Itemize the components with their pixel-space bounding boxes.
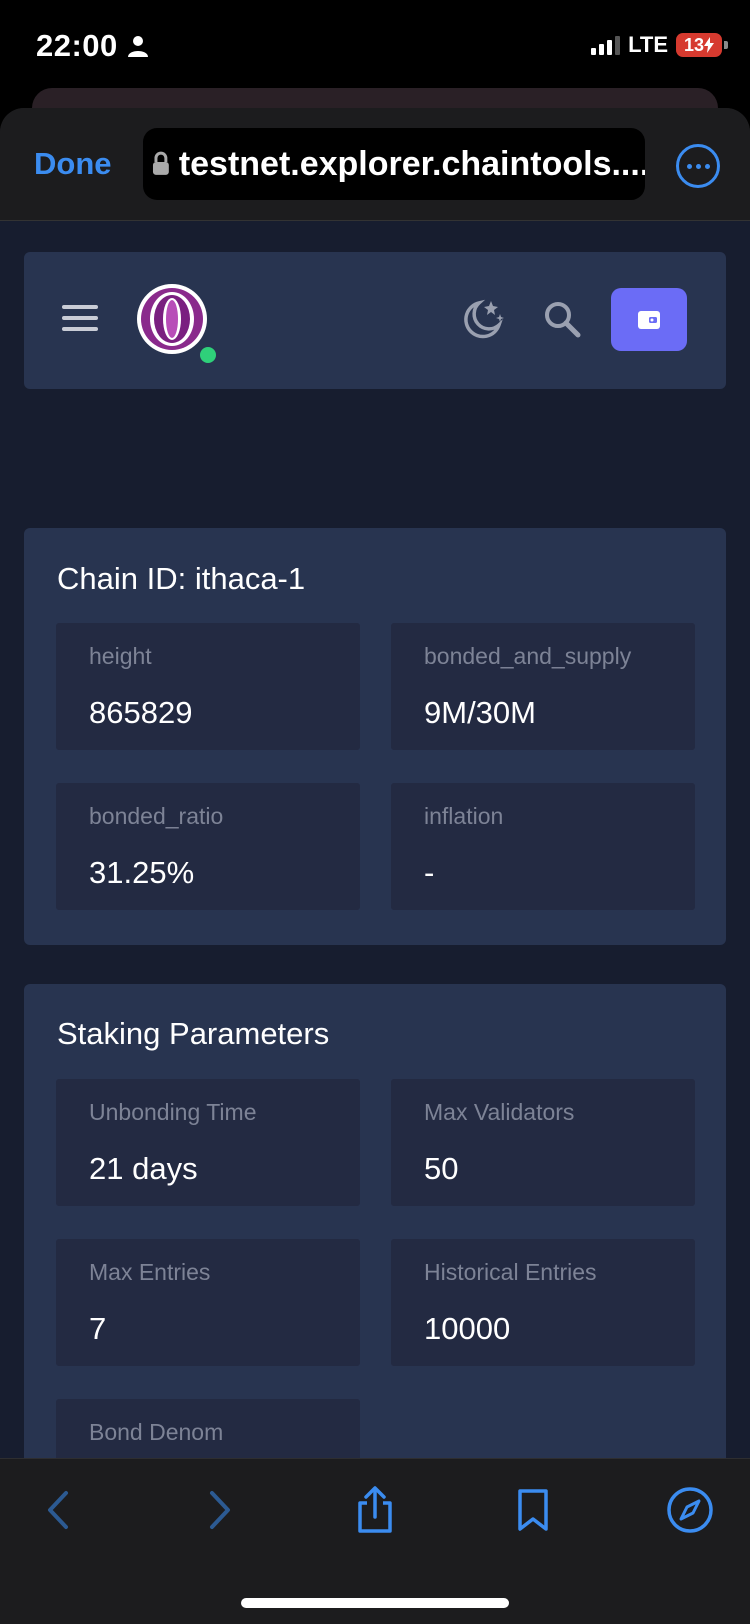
safari-sheet: Done testnet.explorer.chaintools.... Cha… — [0, 108, 750, 1624]
network-type: LTE — [628, 32, 668, 57]
bookmarks-icon[interactable] — [508, 1485, 558, 1535]
param-value: 10000 — [424, 1311, 511, 1346]
param-historical-entries: Historical Entries 10000 — [391, 1239, 695, 1366]
chain-info-card: Chain ID: ithaca-1 height 865829 bonded_… — [24, 528, 726, 945]
param-max-validators: Max Validators 50 — [391, 1079, 695, 1206]
status-time-group: 22:00 — [36, 28, 150, 64]
battery-icon: 13 — [676, 33, 728, 57]
logo-icon[interactable] — [136, 283, 208, 355]
staking-title: Staking Parameters — [57, 1016, 330, 1051]
stat-label: bonded_and_supply — [424, 643, 632, 669]
staking-parameters-card: Staking Parameters Unbonding Time 21 day… — [24, 984, 726, 1473]
person-icon — [127, 36, 148, 57]
moon-icon[interactable] — [461, 297, 505, 341]
param-label: Unbonding Time — [89, 1099, 257, 1125]
search-icon[interactable] — [542, 299, 582, 339]
url-text: testnet.explorer.chaintools.... — [178, 144, 645, 183]
stat-value: 865829 — [89, 695, 193, 730]
param-value: 7 — [89, 1311, 107, 1346]
wallet-button[interactable] — [611, 288, 687, 351]
online-status-dot — [200, 347, 216, 363]
stat-label: inflation — [424, 803, 504, 829]
param-label: Bond Denom — [89, 1419, 224, 1445]
param-label: Max Entries — [89, 1259, 211, 1285]
share-icon[interactable] — [350, 1485, 400, 1535]
param-label: Historical Entries — [424, 1259, 597, 1285]
forward-icon[interactable] — [192, 1485, 242, 1535]
status-time: 22:00 — [36, 28, 118, 63]
wallet-icon — [638, 310, 660, 329]
web-content: Chain ID: ithaca-1 height 865829 bonded_… — [0, 221, 750, 1473]
stat-value: 31.25% — [89, 855, 195, 890]
param-unbonding-time: Unbonding Time 21 days — [56, 1079, 360, 1206]
stat-bonded-and-supply: bonded_and_supply 9M/30M — [391, 623, 695, 750]
battery-level: 13 — [683, 34, 705, 55]
menu-icon[interactable] — [62, 305, 98, 331]
home-indicator[interactable] — [241, 1598, 509, 1608]
param-value: 50 — [424, 1151, 459, 1186]
param-max-entries: Max Entries 7 — [56, 1239, 360, 1366]
lock-icon — [152, 151, 169, 175]
stat-value: 9M/30M — [424, 695, 536, 730]
signal-icon — [591, 35, 621, 55]
stat-label: height — [89, 643, 152, 669]
param-value: 21 days — [89, 1151, 198, 1186]
address-bar: Done testnet.explorer.chaintools.... — [0, 108, 750, 221]
stat-bonded-ratio: bonded_ratio 31.25% — [56, 783, 360, 910]
compass-icon[interactable] — [665, 1485, 715, 1535]
back-icon[interactable] — [36, 1485, 86, 1535]
stat-label: bonded_ratio — [89, 803, 224, 829]
param-label: Max Validators — [424, 1099, 575, 1125]
top-navbar — [24, 252, 726, 389]
status-indicators: LTE 13 — [591, 32, 728, 58]
url-field[interactable]: testnet.explorer.chaintools.... — [143, 128, 645, 200]
status-bar: 22:00 LTE 13 — [0, 0, 750, 92]
stat-inflation: inflation - — [391, 783, 695, 910]
charging-bolt-icon — [704, 37, 715, 53]
done-button[interactable]: Done — [34, 146, 112, 182]
stat-value: - — [424, 855, 435, 890]
stat-height: height 865829 — [56, 623, 360, 750]
chain-id-title: Chain ID: ithaca-1 — [57, 561, 306, 596]
more-icon[interactable] — [676, 144, 720, 188]
